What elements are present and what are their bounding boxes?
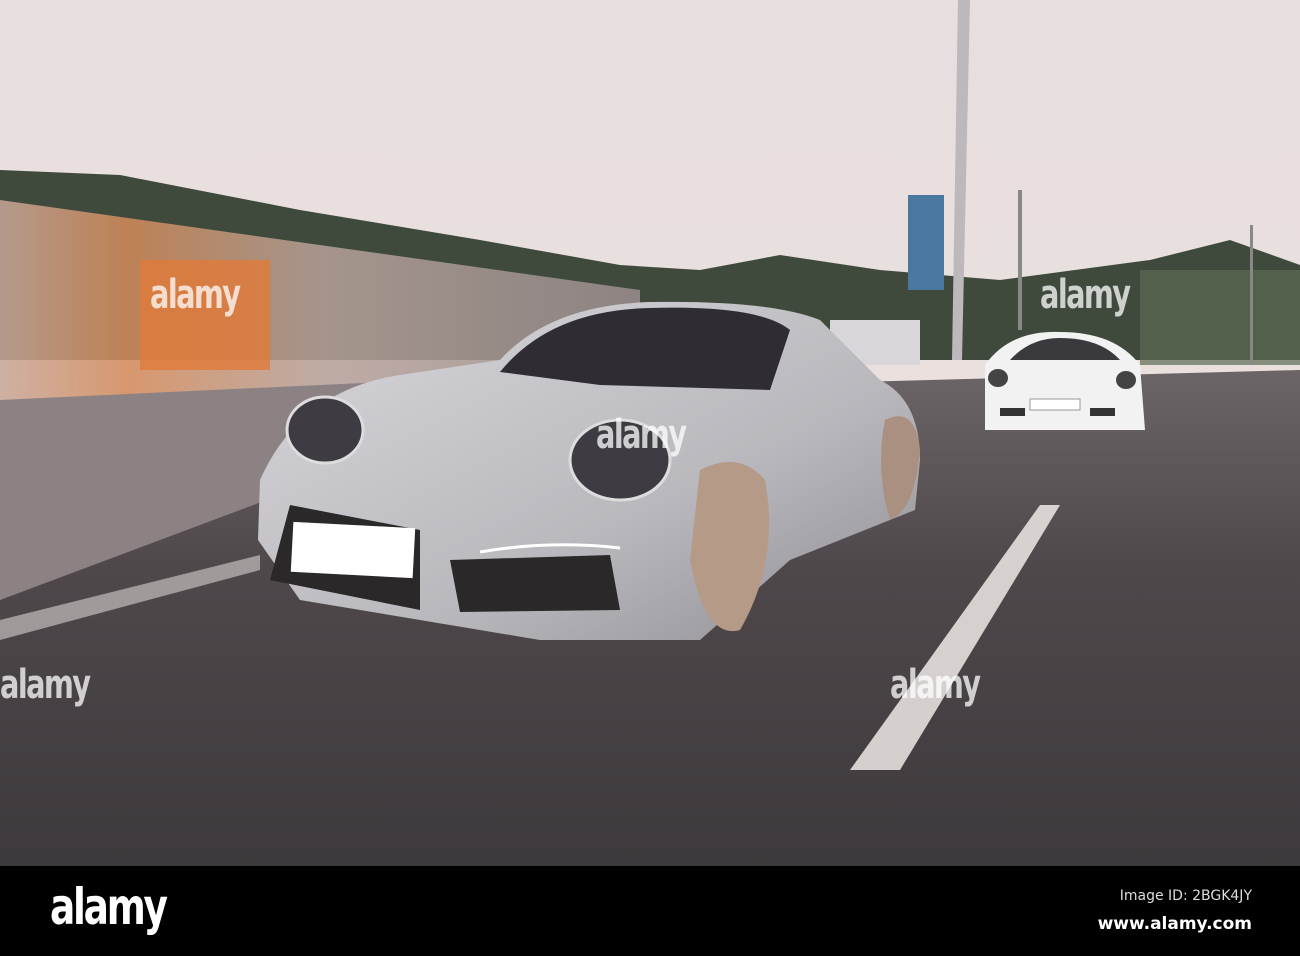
watermark: alamy: [150, 272, 241, 318]
footer-bar: alamy Image ID: 2BGK4JY www.alamy.com: [0, 866, 1300, 956]
watermark: alamy: [0, 662, 91, 708]
watermark: alamy: [890, 662, 981, 708]
watermark: alamy: [596, 412, 687, 458]
image-id: Image ID: 2BGK4JY: [1119, 888, 1252, 904]
alamy-logo[interactable]: alamy: [50, 878, 168, 936]
watermark: alamy: [1040, 272, 1131, 318]
site-link[interactable]: www.alamy.com: [1098, 914, 1252, 934]
